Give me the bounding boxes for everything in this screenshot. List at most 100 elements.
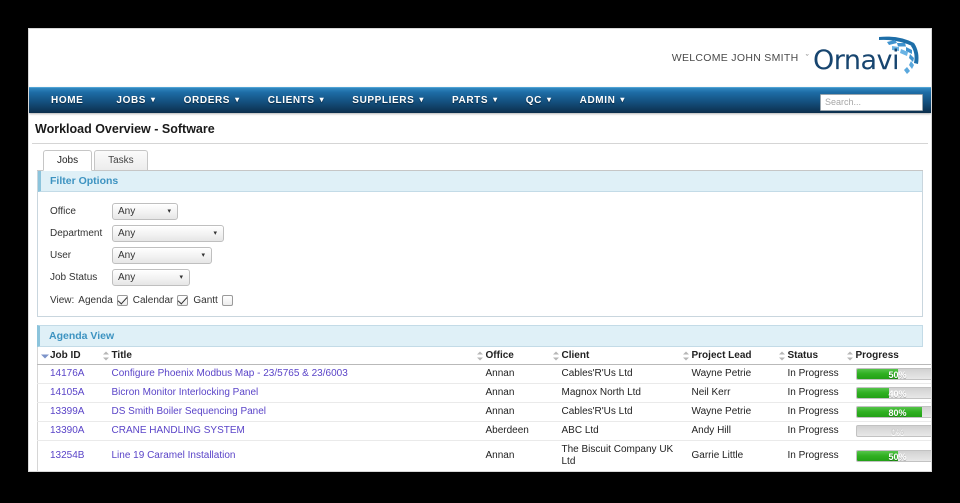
cell-office: Annan [473, 364, 550, 384]
job-title-link[interactable]: Line 19 Caramel Installation [112, 450, 236, 461]
column-header-title[interactable]: Title [99, 347, 474, 365]
column-header-project-lead[interactable]: Project Lead [679, 347, 776, 365]
table-row[interactable]: 14176A Configure Phoenix Modbus Map - 23/… [37, 364, 931, 384]
column-header-job-id[interactable]: Job ID [37, 347, 100, 365]
nav-item-jobs[interactable]: JOBS ▾ [102, 88, 169, 114]
table-row[interactable]: 13399A DS Smith Boiler Sequencing Panel An… [37, 402, 931, 422]
table-row[interactable]: 13390A CRANE HANDLING SYSTEM Aberdeen ABC L… [37, 421, 931, 441]
nav-item-home[interactable]: HOME [37, 88, 102, 114]
cell-office: Annan [474, 472, 550, 473]
cell-client: Magnox North Ltd [549, 383, 680, 403]
nav-item-qc[interactable]: QC ▾ [512, 88, 566, 114]
nav-item-label: PARTS [452, 95, 489, 106]
job-id-link[interactable]: 14176A [50, 368, 84, 379]
job-id-link[interactable]: 13254B [50, 450, 84, 461]
job-id-link[interactable]: 13399A [50, 406, 84, 417]
job-title-link[interactable]: Configure Phoenix Modbus Map - 23/5765 &… [112, 368, 348, 379]
cell-title: CIP valve automation software [100, 472, 474, 473]
view-checkbox-calendar[interactable] [177, 294, 189, 306]
cell-title: Bicron Monitor Interlocking Panel [99, 383, 474, 403]
filter-row-job-status: Job Status Any ▾ [38, 266, 922, 288]
job-id-link[interactable]: 14105A [50, 387, 84, 398]
cell-progress: 50% [843, 364, 931, 384]
progress-bar-label: 50% [888, 370, 907, 380]
chevron-down-icon: ▾ [167, 207, 171, 215]
cell-client: Cables'R'Us Ltd [549, 402, 680, 422]
progress-bar: 0% [855, 425, 931, 437]
user-label: User [50, 249, 72, 261]
sort-icon [682, 351, 690, 360]
cell-status: In Progress [776, 472, 844, 473]
nav-item-clients[interactable]: CLIENTS ▾ [254, 88, 339, 114]
chevron-down-icon: ▾ [179, 273, 183, 281]
nav-item-admin[interactable]: ADMIN ▾ [566, 88, 639, 114]
progress-bar-label: 50% [888, 452, 907, 462]
chevron-down-icon: ▾ [151, 95, 156, 104]
nav-item-suppliers[interactable]: SUPPLIERS ▾ [338, 88, 438, 114]
jobs-table-header: Job ID Title Office Client Project Lead … [37, 347, 931, 365]
view-checkbox-agenda[interactable] [116, 294, 128, 306]
cell-progress: 50% [843, 440, 931, 471]
cell-client: The Biscuit Company UK Ltd [549, 440, 680, 471]
job-status-select[interactable]: Any ▾ [112, 268, 190, 286]
column-label: Client [561, 350, 590, 361]
cell-project-lead: Wayne Petrie [679, 364, 776, 384]
column-label: Progress [855, 350, 899, 361]
office-select[interactable]: Any ▾ [112, 202, 178, 220]
table-row[interactable]: 13254ACIP valve automation softwareAnnan… [38, 472, 932, 473]
view-option-agenda-label: Agenda [78, 294, 113, 306]
nav-item-label: ADMIN [579, 95, 616, 106]
chevron-down-icon: ▾ [547, 95, 552, 104]
department-select-value: Any [118, 227, 136, 239]
table-header-row: Job ID Title Office Client Project Lead … [37, 347, 931, 365]
column-header-status[interactable]: Status [775, 347, 844, 365]
cell-project-lead: Garrie Little [679, 440, 776, 471]
tab-label: Jobs [57, 155, 79, 166]
department-select[interactable]: Any ▾ [112, 224, 224, 242]
tab-jobs[interactable]: Jobs [43, 150, 93, 171]
search-input[interactable] [820, 93, 923, 111]
job-status-select-value: Any [118, 271, 136, 283]
filter-options-body: Office Any ▾ Department Any ▾ User Any ▾… [38, 192, 922, 316]
browser-viewport: WELCOME JOHN SMITH ˇ Ornavi HOME JOBS ▾ … [28, 28, 932, 472]
column-header-progress[interactable]: Progress [843, 347, 931, 365]
table-row[interactable]: 13254B Line 19 Caramel Installation Annan T… [37, 440, 931, 471]
column-label: Title [111, 350, 132, 361]
progress-bar: 80% [855, 406, 931, 418]
tab-label: Tasks [108, 155, 134, 166]
user-select[interactable]: Any ▾ [112, 246, 212, 264]
page-title: Workload Overview - Software [32, 113, 928, 144]
column-header-office[interactable]: Office [473, 347, 550, 365]
view-checkbox-gantt[interactable] [221, 294, 233, 306]
nav-item-orders[interactable]: ORDERS ▾ [170, 88, 254, 114]
site-header: WELCOME JOHN SMITH ˇ Ornavi [29, 29, 931, 87]
chevron-down-icon: ▾ [419, 95, 425, 104]
welcome-menu[interactable]: WELCOME JOHN SMITH ˇ [672, 52, 809, 64]
job-title-link[interactable]: CRANE HANDLING SYSTEM [112, 425, 245, 436]
ornavi-logo[interactable]: Ornavi [811, 33, 923, 83]
nav-item-label: QC [525, 95, 542, 106]
cell-job-id: 13254A [38, 472, 100, 473]
filter-options-heading: Filter Options [38, 171, 922, 192]
job-title-link[interactable]: DS Smith Boiler Sequencing Panel [112, 406, 267, 417]
sort-icon [476, 351, 484, 360]
tab-tasks[interactable]: Tasks [94, 150, 148, 170]
table-row[interactable]: 14105A Bicron Monitor Interlocking Panel A… [37, 383, 931, 403]
chevron-down-icon: ▾ [201, 251, 205, 259]
nav-item-label: SUPPLIERS [352, 95, 415, 106]
job-title-link[interactable]: Bicron Monitor Interlocking Panel [112, 387, 259, 398]
cell-status: In Progress [775, 421, 844, 441]
progress-bar-label: 40% [888, 389, 907, 399]
column-header-client[interactable]: Client [549, 347, 680, 365]
cell-progress: 40% [843, 383, 931, 403]
progress-bar-label: 0% [890, 427, 904, 437]
job-id-link[interactable]: 13390A [50, 425, 84, 436]
progress-bar: 40% [855, 387, 931, 399]
jobs-table: Job ID Title Office Client Project Lead … [37, 347, 932, 473]
view-label: View: [50, 294, 75, 306]
nav-item-parts[interactable]: PARTS ▾ [438, 88, 512, 114]
cell-office: Annan [473, 383, 550, 403]
cell-progress: 80% [843, 402, 931, 422]
office-label: Office [50, 205, 76, 217]
main-navigation: HOME JOBS ▾ ORDERS ▾ CLIENTS ▾ SUPPLIERS ▾ P… [29, 87, 931, 113]
